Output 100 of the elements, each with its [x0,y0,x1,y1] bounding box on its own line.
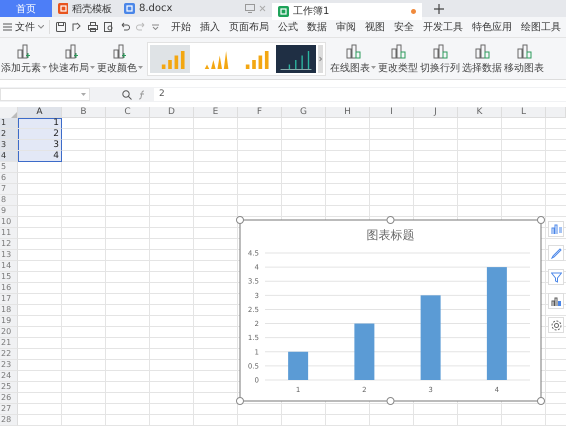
resize-handle[interactable] [537,397,545,405]
side-tool-button[interactable] [548,293,564,309]
new-tab-icon[interactable] [434,4,444,14]
menu-tab[interactable]: 开始 [171,20,191,34]
row-header[interactable]: 28 [0,415,18,426]
resize-handle[interactable] [386,216,394,224]
chart-icon [64,42,80,58]
row-header[interactable]: 2 [0,129,18,140]
ribbon-button[interactable]: 在线图表 [330,42,376,74]
menu-tab[interactable]: 安全 [394,20,414,34]
side-tool-button[interactable] [548,269,564,285]
caret-icon[interactable] [152,24,159,30]
document-tab[interactable]: 首页 [0,0,52,17]
row-header[interactable]: 11 [0,228,18,239]
preview-icon[interactable] [104,22,114,32]
menu-tab[interactable]: 数据 [307,20,327,34]
ribbon-button[interactable]: 移动图表 [504,42,544,74]
column-header[interactable]: L [502,107,546,118]
resize-handle[interactable] [537,216,545,224]
document-tab[interactable]: 稻壳模板 [52,0,118,17]
row-header[interactable]: 4 [0,151,18,162]
row-header[interactable]: 6 [0,173,18,184]
ribbon-button[interactable]: 添加元素 [1,42,47,74]
column-header[interactable]: E [194,107,238,118]
sheet-cell[interactable]: 1 [18,118,62,129]
resize-handle[interactable] [386,397,394,405]
menu-tab[interactable]: 审阅 [336,20,356,34]
app-icon [278,6,289,16]
column-header[interactable]: C [106,107,150,118]
row-header[interactable]: 3 [0,140,18,151]
column-header[interactable]: G [282,107,326,118]
bar [288,352,308,380]
row-header[interactable]: 12 [0,239,18,250]
menu-tab[interactable]: 绘图工具 [521,20,561,34]
row-header[interactable]: 5 [0,162,18,173]
row-header[interactable]: 16 [0,283,18,294]
column-header[interactable]: K [458,107,502,118]
sheet-cell[interactable]: 4 [18,151,62,162]
menu-tab[interactable]: 公式 [278,20,298,34]
bar [354,324,374,380]
close-icon[interactable] [259,5,266,12]
column-header[interactable]: J [414,107,458,118]
row-header[interactable]: 13 [0,250,18,261]
file-menu[interactable]: 文件 [3,20,50,34]
menu-tab[interactable]: 插入 [200,20,220,34]
column-header[interactable]: F [238,107,282,118]
chart-style-thumbnail[interactable] [276,44,316,72]
ribbon-button[interactable]: 更改颜色 [97,42,143,74]
row-header[interactable]: 7 [0,184,18,195]
row-header[interactable]: 26 [0,393,18,404]
tab-label: 稻壳模板 [72,2,112,16]
save-icon[interactable] [56,22,66,32]
chart-style-thumbnail[interactable] [150,44,190,72]
row-header[interactable]: 18 [0,305,18,316]
side-tool-button[interactable] [548,317,564,333]
row-header[interactable]: 21 [0,338,18,349]
side-tool-button[interactable] [548,221,564,237]
resize-handle[interactable] [236,216,244,224]
row-header[interactable]: 9 [0,206,18,217]
row-header[interactable]: 14 [0,261,18,272]
ribbon-button[interactable]: 更改类型 [378,42,418,74]
menu-tab[interactable]: 特色应用 [472,20,512,34]
row-header[interactable]: 22 [0,349,18,360]
row-header[interactable]: 8 [0,195,18,206]
app-icon [58,3,68,14]
row-header[interactable]: 20 [0,327,18,338]
monitor-icon[interactable] [245,4,255,13]
column-header[interactable]: B [62,107,106,118]
row-header[interactable]: 17 [0,294,18,305]
row-header[interactable]: 15 [0,272,18,283]
menu-tab[interactable]: 页面布局 [229,20,269,34]
row-header[interactable]: 27 [0,404,18,415]
export-icon[interactable] [72,22,82,32]
column-header[interactable]: H [326,107,370,118]
print-icon[interactable] [88,22,98,32]
formula-field[interactable]: 2 [154,88,566,101]
zoom-icon[interactable] [122,90,132,100]
scroll-caret-icon[interactable] [318,44,323,72]
ribbon-button[interactable]: 选择数据 [462,42,502,74]
row-header[interactable]: 19 [0,316,18,327]
ribbon-button[interactable]: 快速布局 [49,42,95,74]
sheet-cell[interactable]: 2 [18,129,62,140]
ribbon-button[interactable]: 切换行列 [420,42,460,74]
column-header[interactable]: I [370,107,414,118]
row-header[interactable]: 25 [0,382,18,393]
side-tool-button[interactable] [548,245,564,261]
document-tab[interactable]: 8.docx [118,0,272,17]
menu-tab[interactable]: 开发工具 [423,20,463,34]
row-header[interactable]: 1 [0,118,18,129]
undo-icon[interactable] [120,22,130,32]
row-header[interactable]: 23 [0,360,18,371]
sheet-cell[interactable]: 3 [18,140,62,151]
document-tab[interactable]: 工作簿1 [272,2,422,20]
resize-handle[interactable] [236,397,244,405]
column-header[interactable]: D [150,107,194,118]
row-header[interactable]: 24 [0,371,18,382]
row-header[interactable]: 10 [0,217,18,228]
redo-icon[interactable] [136,22,146,32]
menu-tab[interactable]: 视图 [365,20,385,34]
column-header[interactable]: A [18,107,62,118]
